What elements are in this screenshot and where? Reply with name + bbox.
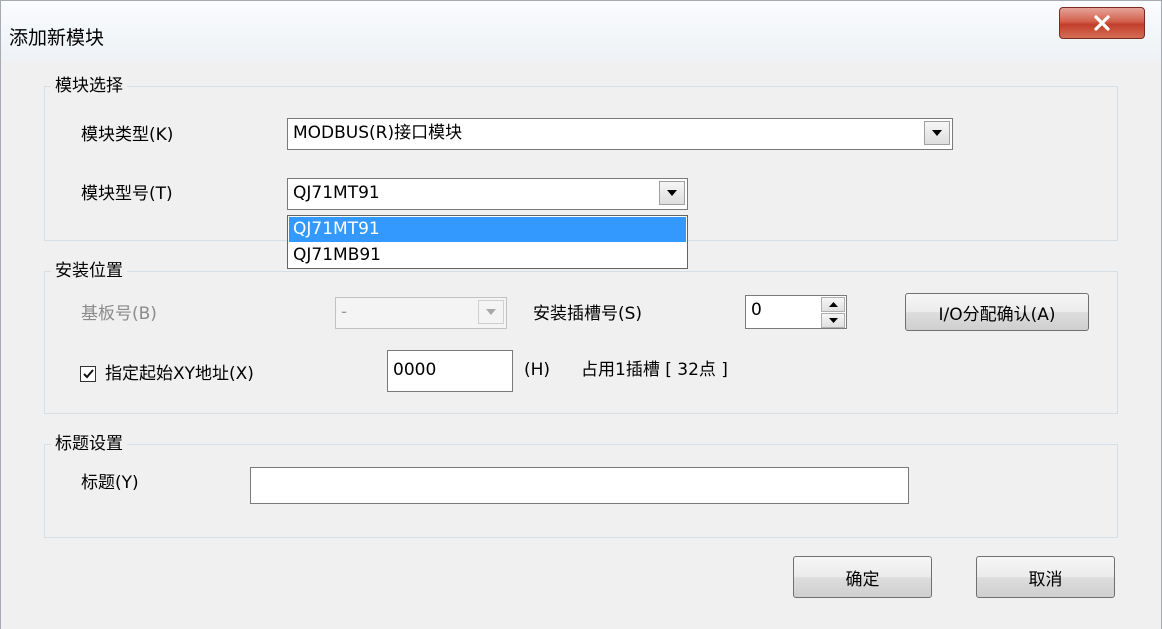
slot-number-value: 0 <box>751 300 762 320</box>
base-number-label: 基板号(B) <box>81 304 157 324</box>
title-setting-legend: 标题设置 <box>51 432 127 456</box>
slot-number-spinner[interactable]: 0 <box>745 295 847 329</box>
base-number-select[interactable]: - <box>335 297 507 329</box>
window-title: 添加新模块 <box>9 27 105 49</box>
close-icon <box>1094 15 1110 31</box>
base-number-value: - <box>341 302 348 322</box>
xy-address-checkbox[interactable] <box>80 366 96 382</box>
module-select-legend: 模块选择 <box>51 74 127 98</box>
dropdown-option-qj71mt91[interactable]: QJ71MT91 <box>289 217 686 242</box>
dropdown-option-qj71mb91[interactable]: QJ71MB91 <box>289 243 686 268</box>
ok-button[interactable]: 确定 <box>793 556 932 598</box>
chevron-down-icon[interactable] <box>659 181 685 205</box>
title-label: 标题(Y) <box>81 473 139 493</box>
module-type-value: MODBUS(R)接口模块 <box>293 123 463 143</box>
module-model-dropdown-list[interactable]: QJ71MT91 QJ71MB91 <box>287 215 688 269</box>
mount-position-legend: 安装位置 <box>51 259 127 283</box>
chevron-down-icon <box>478 300 504 324</box>
add-module-dialog: 添加新模块 模块选择 模块类型(K) MODBUS(R)接口模块 模块型号(T)… <box>0 0 1162 629</box>
module-model-value: QJ71MT91 <box>293 183 380 203</box>
xy-address-value: 0000 <box>393 360 437 380</box>
hex-unit-label: (H) <box>524 360 551 380</box>
module-model-select[interactable]: QJ71MT91 <box>287 178 688 210</box>
dialog-body: 模块选择 模块类型(K) MODBUS(R)接口模块 模块型号(T) QJ71M… <box>1 61 1161 629</box>
checkmark-icon <box>82 369 94 379</box>
xy-address-input[interactable]: 0000 <box>387 350 513 392</box>
occupy-slot-info: 占用1插槽 [ 32点 ] <box>581 360 728 380</box>
slot-number-label: 安装插槽号(S) <box>533 304 643 324</box>
slot-spin-buttons[interactable] <box>821 297 845 329</box>
xy-address-label[interactable]: 指定起始XY地址(X) <box>105 363 254 385</box>
chevron-down-icon[interactable] <box>924 121 950 145</box>
module-model-label: 模块型号(T) <box>81 184 173 204</box>
io-assignment-button[interactable]: I/O分配确认(A) <box>905 293 1089 331</box>
title-bar[interactable]: 添加新模块 <box>1 1 1161 61</box>
spin-down-icon[interactable] <box>821 313 845 328</box>
module-type-select[interactable]: MODBUS(R)接口模块 <box>287 118 953 150</box>
title-input[interactable] <box>250 467 909 504</box>
cancel-button[interactable]: 取消 <box>976 556 1115 598</box>
close-button[interactable] <box>1059 7 1145 39</box>
spin-up-icon[interactable] <box>821 297 845 312</box>
module-type-label: 模块类型(K) <box>81 125 174 145</box>
